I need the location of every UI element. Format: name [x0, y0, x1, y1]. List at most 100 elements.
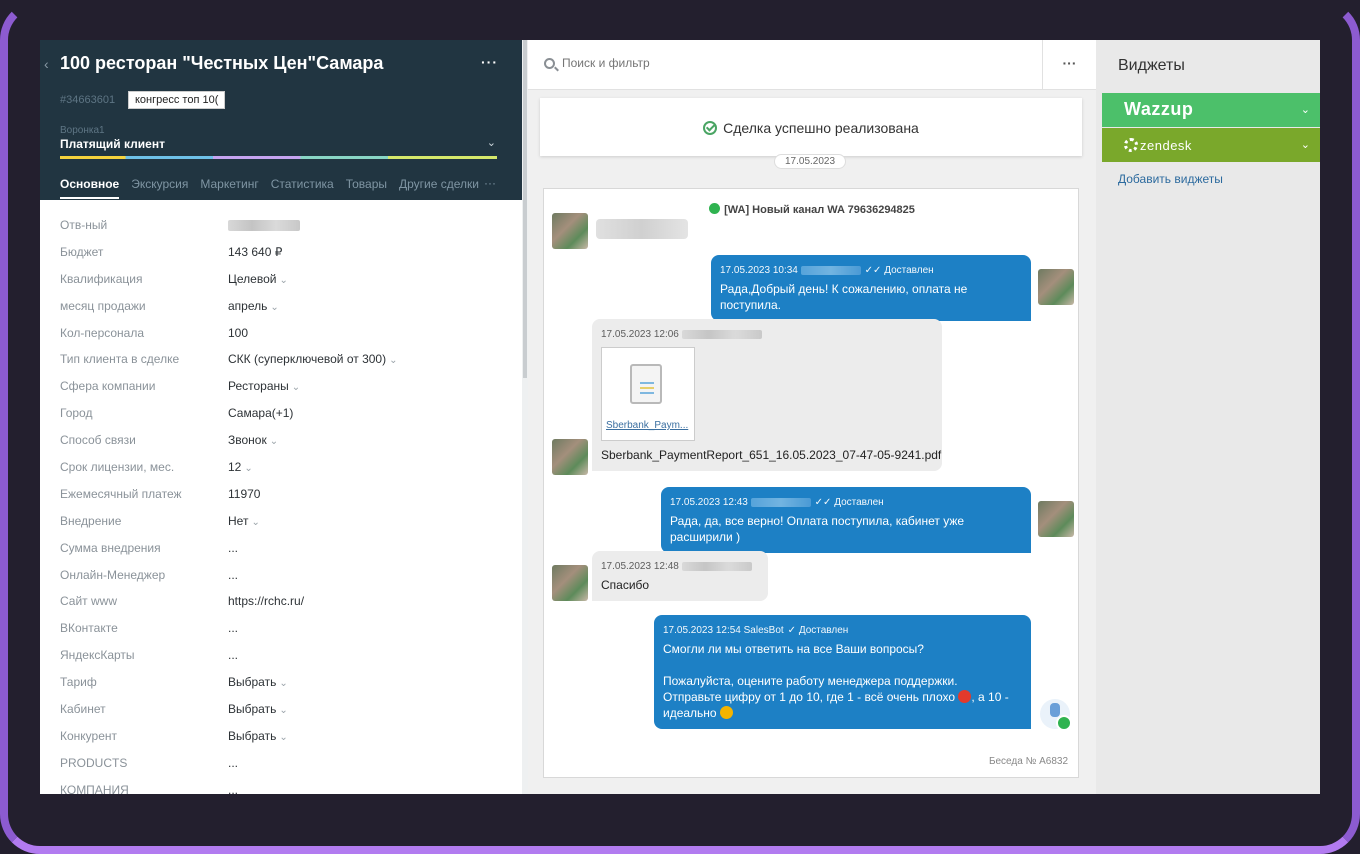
field-value[interactable]: 11970: [228, 487, 260, 501]
file-attachment[interactable]: Sberbank_Paym...: [601, 347, 695, 441]
widget-wazzup[interactable]: Wazzup ⌄: [1102, 93, 1320, 127]
double-check-icon: ✓✓: [814, 497, 832, 508]
double-check-icon: ✓✓: [864, 265, 882, 276]
field-value[interactable]: ...: [228, 648, 238, 662]
field-row: Сайт www https://rchc.ru/: [60, 592, 500, 619]
message-bot: 17.05.2023 12:54 SalesBot ✓ Доставлен Смо…: [654, 615, 1031, 729]
field-label: Сумма внедрения: [60, 540, 161, 555]
funnel-label: Воронка1: [60, 125, 105, 136]
field-value[interactable]: Самара(+1): [228, 406, 293, 420]
field-value[interactable]: Целевой ⌄: [228, 272, 288, 286]
field-value-text: Выбрать: [228, 728, 277, 743]
success-text: Сделка успешно реализована: [723, 120, 919, 136]
document-icon: [630, 364, 662, 404]
field-label: Квалификация: [60, 271, 143, 286]
chevron-down-icon[interactable]: ⌄: [1301, 103, 1310, 116]
deal-title[interactable]: 100 ресторан "Честных Цен"Самара: [60, 53, 383, 74]
field-value[interactable]: ...: [228, 541, 238, 555]
field-value-text: ...: [228, 648, 239, 663]
field-value[interactable]: 143 640 ₽: [228, 245, 282, 259]
field-row: ВКонтакте...: [60, 619, 500, 646]
field-value[interactable]: СКК (суперключевой от 300) ⌄: [228, 352, 397, 366]
search-icon: [544, 58, 555, 69]
message-text: Спасибо: [601, 578, 650, 592]
add-widgets-link[interactable]: Добавить виджеты: [1118, 172, 1223, 186]
tab-marketing[interactable]: Маркетинг: [200, 177, 258, 199]
field-value[interactable]: 12 ⌄: [228, 460, 253, 474]
tab-excursion[interactable]: Экскурсия: [131, 177, 188, 199]
field-row: Ежемесячный платеж 11970: [60, 485, 500, 512]
field-row: Тариф Выбрать ⌄: [60, 673, 500, 700]
widget-zendesk[interactable]: zendesk ⌄: [1102, 128, 1320, 162]
deal-more-button[interactable]: ···: [481, 54, 498, 70]
field-label: Срок лицензии, мес.: [60, 460, 175, 475]
field-label: Кол-персонала: [60, 325, 145, 340]
wazzup-logo: Wazzup: [1124, 99, 1194, 119]
field-value[interactable]: Выбрать ⌄: [228, 702, 288, 716]
field-value[interactable]: ...: [228, 621, 238, 635]
field-value[interactable]: апрель ⌄: [228, 299, 279, 313]
field-value[interactable]: Нет ⌄: [228, 514, 260, 528]
message-time: 17.05.2023 12:43: [670, 497, 748, 508]
message-status: Доставлен: [834, 497, 884, 508]
field-value-text: СКК (суперключевой от 300): [228, 352, 387, 367]
blurred-author: [750, 497, 811, 507]
file-link[interactable]: Sberbank_Paym...: [606, 418, 688, 434]
field-value[interactable]: Рестораны ⌄: [228, 379, 300, 393]
field-label: Конкурент: [60, 728, 118, 743]
angry-emoji-icon: [958, 690, 972, 703]
tab-statistics[interactable]: Статистика: [271, 177, 334, 199]
deal-success-note: Сделка успешно реализована: [540, 98, 1082, 156]
blurred-author: [681, 329, 762, 339]
field-value-text: ...: [228, 567, 239, 582]
channel-title: [WA] Новый канал WA 79636294825: [544, 203, 1080, 216]
back-chevron-icon[interactable]: ‹: [44, 56, 49, 72]
field-row: Тип клиента в сделке СКК (суперключевой о…: [60, 350, 500, 377]
zendesk-logo: zendesk: [1140, 138, 1192, 153]
field-value-text: 143 640 ₽: [228, 244, 283, 259]
tab-products[interactable]: Товары: [346, 177, 387, 199]
message-time: 17.05.2023 12:54 SalesBot: [663, 625, 784, 636]
search-bar: ···: [528, 40, 1096, 90]
field-value-text: https://rchc.ru/: [228, 594, 305, 609]
field-value[interactable]: https://rchc.ru/: [228, 594, 304, 608]
field-value[interactable]: 100: [228, 326, 248, 340]
chevron-down-icon: ⌄: [279, 678, 288, 690]
stage-select[interactable]: Платящий клиент: [60, 137, 165, 151]
tab-main[interactable]: Основное: [60, 177, 120, 199]
message-line: идеально: [663, 706, 717, 720]
field-value[interactable]: Выбрать ⌄: [228, 675, 288, 689]
search-input[interactable]: [562, 56, 1022, 70]
tabs-more-button[interactable]: ···: [484, 176, 496, 190]
field-value-text: ...: [228, 755, 239, 770]
chevron-down-icon: ⌄: [251, 516, 260, 528]
field-value-text: ...: [228, 782, 239, 794]
message-time: 17.05.2023 10:34: [720, 265, 798, 276]
chevron-down-icon[interactable]: ⌄: [1301, 138, 1310, 151]
feed-more-button[interactable]: ···: [1042, 40, 1096, 90]
avatar: [552, 439, 588, 475]
field-value-text: 11970: [228, 486, 261, 501]
field-row: Онлайн-Менеджер...: [60, 566, 500, 593]
message-incoming: 17.05.2023 12:48 Спасибо: [592, 551, 768, 601]
field-value[interactable]: Звонок ⌄: [228, 433, 278, 447]
field-value[interactable]: [228, 218, 300, 232]
widgets-panel: Виджеты Wazzup ⌄ zendesk ⌄ Добавить видж…: [1096, 40, 1320, 794]
chevron-down-icon: ⌄: [279, 274, 288, 286]
field-value[interactable]: ...: [228, 783, 238, 794]
field-row: PRODUCTS...: [60, 754, 500, 781]
field-value[interactable]: ...: [228, 756, 238, 770]
avatar: [1038, 269, 1074, 305]
tab-other-deals[interactable]: Другие сделки: [399, 177, 479, 199]
scrollbar-thumb[interactable]: [523, 40, 527, 378]
deal-tag[interactable]: конгресс топ 10(: [128, 91, 226, 109]
file-name[interactable]: Sberbank_PaymentReport_651_16.05.2023_07…: [601, 447, 941, 463]
chevron-down-icon: ⌄: [279, 731, 288, 743]
chevron-down-icon: ⌄: [244, 463, 253, 475]
field-value[interactable]: Выбрать ⌄: [228, 729, 288, 743]
crm-window: ‹ 100 ресторан "Честных Цен"Самара ··· #…: [40, 40, 1320, 794]
feed-panel: ··· Сделка успешно реализована 17.05.202…: [528, 40, 1096, 794]
field-value[interactable]: ...: [228, 568, 238, 582]
chevron-down-icon[interactable]: ⌄: [487, 136, 496, 149]
chevron-down-icon: ⌄: [270, 301, 279, 313]
